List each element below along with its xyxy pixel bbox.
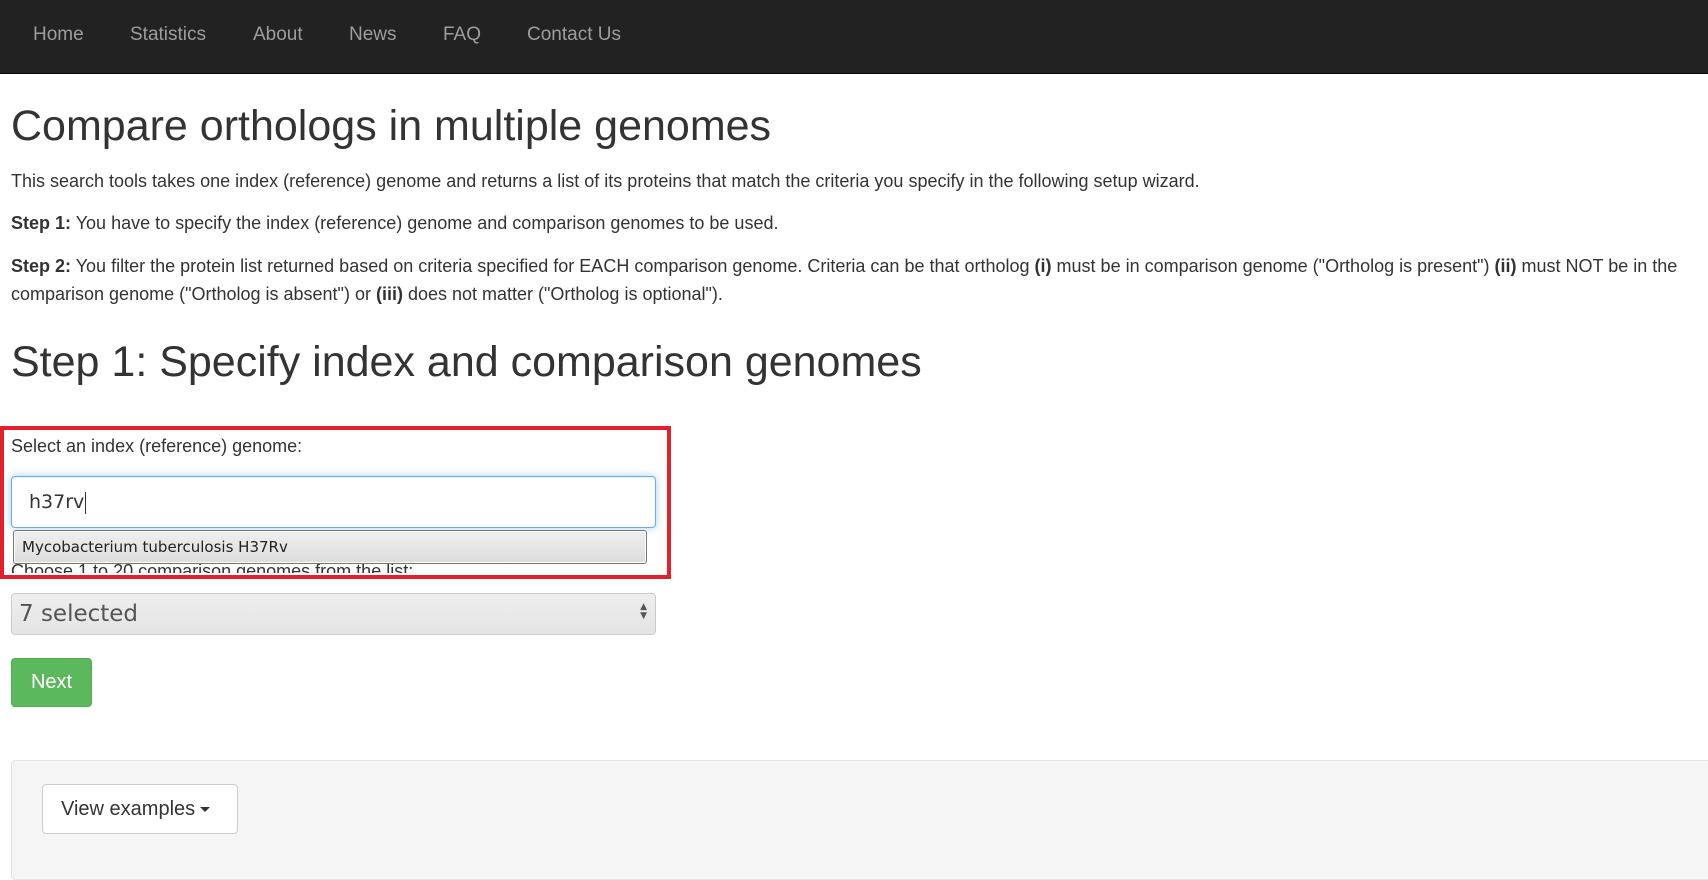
nav-faq[interactable]: FAQ [443, 24, 481, 46]
comparison-genomes-selected: 7 selected [19, 601, 139, 627]
step2-criterion-i: (i) [1034, 256, 1052, 276]
nav-statistics[interactable]: Statistics [130, 24, 206, 46]
page-title: Compare orthologs in multiple genomes [11, 102, 772, 150]
step1-summary: Step 1: You have to specify the index (r… [11, 209, 1701, 237]
step2-summary: Step 2: You filter the protein list retu… [11, 252, 1701, 308]
nav-about[interactable]: About [253, 24, 303, 46]
view-examples-label: View examples [61, 798, 196, 820]
caret-down-icon [200, 807, 211, 813]
examples-well [11, 760, 1708, 880]
step2-criterion-iii: (iii) [375, 284, 403, 304]
step2-summary-text-d: does not matter ("Ortholog is optional")… [402, 284, 723, 304]
step1-summary-label: Step 1: [11, 213, 72, 233]
step2-summary-text-b: must be in comparison genome ("Ortholog … [1051, 256, 1495, 276]
step1-summary-text: You have to specify the index (reference… [71, 213, 779, 233]
select-arrows-icon: ▲ ▼ [640, 602, 647, 621]
next-button[interactable]: Next [11, 658, 92, 707]
step2-summary-text-a: You filter the protein list returned bas… [71, 256, 1035, 276]
comparison-genomes-select[interactable]: 7 selected ▲ ▼ [11, 593, 656, 635]
view-examples-button[interactable]: View examples [42, 784, 238, 834]
nav-contact-us[interactable]: Contact Us [527, 24, 621, 46]
top-navbar: Home Statistics About News FAQ Contact U… [0, 0, 1708, 74]
highlight-box [0, 426, 671, 579]
nav-news[interactable]: News [349, 24, 397, 46]
nav-home[interactable]: Home [33, 24, 84, 46]
step2-summary-label: Step 2: [11, 256, 72, 276]
step2-criterion-ii: (ii) [1494, 256, 1517, 276]
step1-heading: Step 1: Specify index and comparison gen… [11, 338, 922, 386]
intro-description: This search tools takes one index (refer… [11, 171, 1200, 191]
